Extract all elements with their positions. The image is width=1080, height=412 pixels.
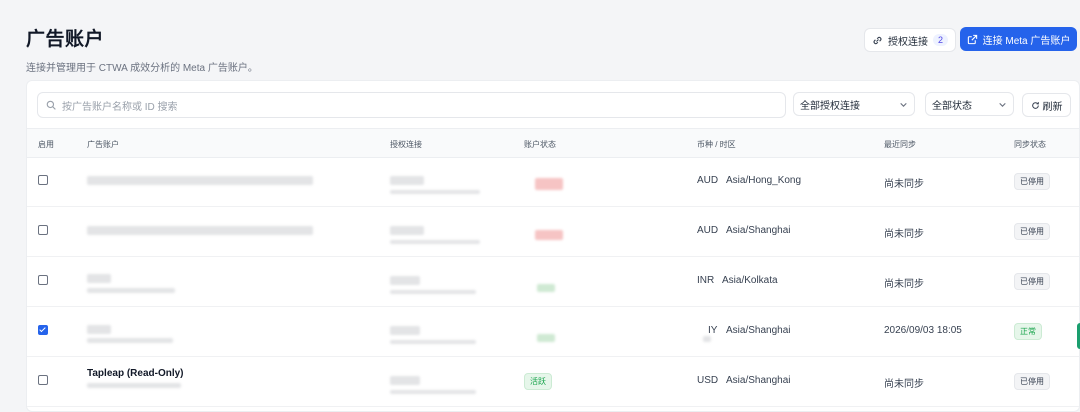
col-account: 广告账户: [87, 140, 119, 149]
redacted-account-name: [87, 274, 111, 283]
currency: USD: [697, 375, 719, 386]
col-auth: 授权连接: [390, 140, 422, 149]
redacted-auth: [390, 226, 424, 235]
enable-checkbox[interactable]: [38, 175, 48, 185]
col-currency: 币种 / 时区: [697, 140, 736, 149]
sync-status-badge: 已停用: [1014, 273, 1050, 290]
connect-label: 连接 Meta 广告账户: [982, 35, 1071, 47]
col-enabled: 启用: [38, 140, 54, 149]
page-title: 广告账户: [26, 29, 105, 50]
sync-status-badge: 正常: [1014, 323, 1042, 340]
redacted-account-status: [535, 178, 563, 190]
sync-status-badge: 已停用: [1014, 223, 1050, 240]
table-row: INR Asia/Kolkata 尚未同步 已停用: [27, 256, 1079, 307]
last-sync: 2026/09/03 18:05: [884, 325, 962, 336]
timezone: Asia/Shanghai: [726, 225, 791, 236]
auth-connections-label: 授权连接: [887, 36, 928, 48]
search-placeholder: 按广告账户名称或 ID 搜索: [62, 101, 178, 113]
currency: IY: [708, 325, 718, 336]
sync-status-badge: 已停用: [1014, 373, 1050, 390]
account-status-badge: 活跃: [524, 373, 552, 390]
accounts-card: 按广告账户名称或 ID 搜索 全部授权连接 全部状态 刷新 启用 广告账户 授权…: [26, 80, 1080, 412]
table-row: AUD Asia/Hong_Kong 尚未同步 已停用: [27, 156, 1079, 207]
col-status: 账户状态: [524, 140, 556, 149]
refresh-label: 刷新: [1042, 101, 1063, 113]
redacted-auth: [390, 376, 420, 385]
redacted-account-id: [87, 288, 175, 293]
last-sync: 尚未同步: [884, 279, 924, 290]
link-icon: [873, 36, 882, 44]
table-row: IY Asia/Shanghai 2026/09/03 18:05 正常: [27, 306, 1079, 357]
redacted-account-name: [87, 226, 313, 235]
auth-filter-select[interactable]: 全部授权连接: [793, 92, 915, 116]
refresh-button[interactable]: 刷新: [1022, 93, 1071, 117]
redacted-auth-sub: [390, 390, 476, 394]
timezone: Asia/Kolkata: [722, 275, 778, 286]
search-icon: [46, 100, 56, 110]
chevron-down-icon: [999, 102, 1006, 107]
redacted-account-status: [537, 334, 555, 342]
redacted-auth-sub: [390, 190, 480, 194]
redacted-account-status: [537, 284, 555, 292]
redacted-auth: [390, 276, 420, 285]
sync-status-badge: 已停用: [1014, 173, 1050, 190]
enable-checkbox[interactable]: [38, 275, 48, 285]
auth-filter-value: 全部授权连接: [800, 100, 860, 112]
redacted-account-id: [87, 383, 181, 388]
enable-checkbox[interactable]: [38, 325, 48, 335]
redacted-auth-sub: [390, 290, 476, 294]
enable-checkbox[interactable]: [38, 225, 48, 235]
page-subtitle: 连接并管理用于 CTWA 成效分析的 Meta 广告账户。: [26, 63, 258, 74]
last-sync: 尚未同步: [884, 179, 924, 190]
redacted-auth: [390, 326, 420, 335]
redacted-account-id: [87, 338, 173, 343]
last-sync: 尚未同步: [884, 379, 924, 390]
col-sync-status: 同步状态: [1014, 140, 1046, 149]
status-filter-select[interactable]: 全部状态: [925, 92, 1014, 116]
chevron-down-icon: [900, 102, 907, 107]
redacted-account-name: [87, 325, 111, 334]
timezone: Asia/Shanghai: [726, 325, 791, 336]
currency: AUD: [697, 175, 719, 186]
timezone: Asia/Shanghai: [726, 375, 791, 386]
table-row: AUD Asia/Shanghai 尚未同步 已停用: [27, 206, 1079, 257]
redacted-account-name: [87, 176, 313, 185]
redacted-auth-sub: [390, 340, 476, 344]
external-link-icon: [967, 34, 977, 44]
table-header: 启用 广告账户 授权连接 账户状态 币种 / 时区 最近同步 同步状态: [27, 128, 1079, 158]
auth-count-badge: 2: [932, 34, 948, 46]
currency: AUD: [697, 225, 719, 236]
col-last-sync: 最近同步: [884, 140, 916, 149]
timezone: Asia/Hong_Kong: [726, 175, 802, 186]
auth-connections-button[interactable]: 授权连接 2: [864, 28, 956, 52]
status-filter-value: 全部状态: [932, 100, 972, 112]
table-row: Tapleap (Read-Only) 活跃 USD Asia/Shanghai…: [27, 356, 1079, 407]
search-input[interactable]: 按广告账户名称或 ID 搜索: [37, 92, 786, 118]
account-name: Tapleap (Read-Only): [87, 368, 184, 379]
enable-checkbox[interactable]: [38, 375, 48, 385]
currency: INR: [697, 275, 715, 286]
last-sync: 尚未同步: [884, 229, 924, 240]
redacted-currency: [703, 336, 711, 342]
redacted-account-status: [535, 230, 563, 240]
connect-meta-account-button[interactable]: 连接 Meta 广告账户: [960, 27, 1077, 51]
refresh-icon: [1031, 101, 1039, 109]
redacted-auth-sub: [390, 240, 480, 244]
redacted-auth: [390, 176, 424, 185]
page-header: 广告账户 连接并管理用于 CTWA 成效分析的 Meta 广告账户。: [26, 24, 258, 74]
